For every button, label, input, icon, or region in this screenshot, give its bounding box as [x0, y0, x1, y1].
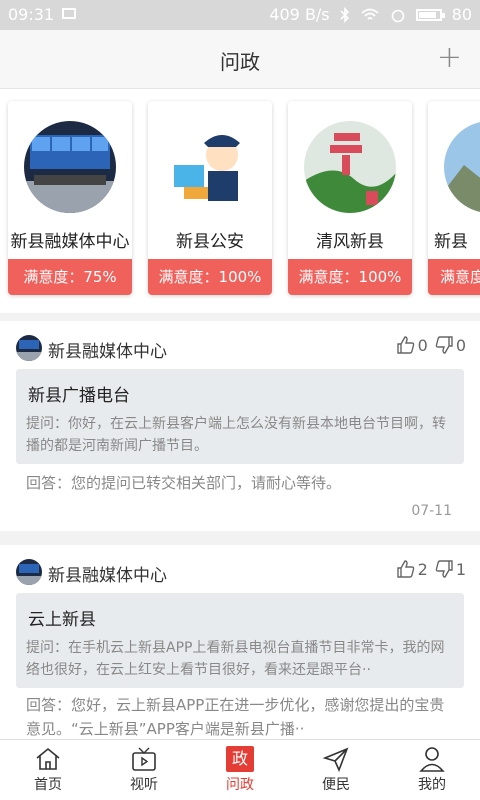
bluetooth-icon — [340, 6, 349, 23]
question-box[interactable]: 新县广播电台 提问：你好，在云上新县客户端上怎么没有新县本地电台节目啊，转播的都… — [16, 369, 464, 464]
qingfeng-avatar — [304, 121, 396, 213]
answer-text: 回答：您的提问已转交相关部门，请耐心等待。 — [26, 474, 342, 492]
media-center-avatar — [24, 121, 116, 213]
question-title: 新县广播电台 — [28, 386, 130, 406]
vote-group: 0 0 — [396, 335, 466, 355]
battery-level: 80 — [451, 5, 472, 24]
vote-group: 2 1 — [396, 559, 466, 579]
question-post[interactable]: 新县融媒体中心 2 1 云上新县 提问：在手机云上新县APP上看新县电视台直播节… — [0, 545, 480, 740]
nav-label: 视听 — [130, 777, 158, 793]
author-name: 新县融媒体中心 — [48, 342, 167, 362]
satisfaction-bar: 满意度：75% — [8, 259, 132, 295]
tv-icon — [132, 747, 156, 771]
author-avatar — [16, 335, 42, 361]
like-count: 2 — [417, 559, 428, 579]
nav-label: 首页 — [34, 777, 62, 793]
nav-video[interactable]: 视听 — [96, 740, 192, 800]
xinxian-avatar — [444, 121, 480, 213]
dislike-button[interactable]: 1 — [434, 559, 466, 579]
nav-wenzheng[interactable]: 政 问政 — [192, 740, 288, 800]
bottom-nav: 首页 视听 政 问政 便民 我的 — [0, 739, 480, 800]
author-name: 新县融媒体中心 — [48, 566, 167, 586]
question-text: 提问：在手机云上新县APP上看新县电视台直播节目非常卡，我的网络也很好，在云上红… — [26, 640, 445, 678]
dislike-button[interactable]: 0 — [434, 335, 466, 355]
thumbs-up-icon — [396, 336, 414, 354]
send-icon — [322, 747, 349, 772]
home-icon — [36, 747, 60, 770]
thumbs-up-icon — [396, 560, 414, 578]
nav-mine[interactable]: 我的 — [384, 740, 480, 800]
status-bar: 09:31 409 B/s 80 — [0, 0, 480, 30]
nav-label: 我的 — [418, 777, 446, 793]
thumbs-down-icon — [435, 560, 453, 578]
police-avatar — [164, 121, 256, 213]
status-time: 09:31 — [8, 5, 55, 24]
like-count: 0 — [417, 335, 428, 355]
department-card[interactable]: 新县融媒体中心 满意度：75% — [8, 101, 132, 295]
question-text: 提问：你好，在云上新县客户端上怎么没有新县本地电台节目啊，转播的都是河南新闻广播… — [26, 416, 446, 454]
department-name: 新县 — [434, 232, 468, 252]
battery-icon — [415, 8, 445, 21]
department-name: 新县公安 — [176, 232, 244, 252]
department-card[interactable]: 新县 满意度 — [428, 101, 480, 295]
nav-label: 便民 — [322, 777, 350, 793]
question-post[interactable]: 新县融媒体中心 0 0 新县广播电台 提问：你好，在云上新县客户端上怎么没有新县… — [0, 321, 480, 531]
nav-service[interactable]: 便民 — [288, 740, 384, 800]
department-carousel[interactable]: 新县融媒体中心 满意度：75% 新县公安 满意度：100% 清风新县 满意度：1… — [0, 89, 480, 313]
network-speed: 409 B/s — [269, 5, 330, 24]
like-button[interactable]: 2 — [396, 559, 428, 579]
nav-home[interactable]: 首页 — [0, 740, 96, 800]
title-bar: 问政 + — [0, 30, 480, 89]
like-button[interactable]: 0 — [396, 335, 428, 355]
author-avatar — [16, 559, 42, 585]
department-name: 新县融媒体中心 — [10, 232, 130, 252]
user-icon — [419, 747, 445, 772]
dislike-count: 1 — [455, 559, 466, 579]
department-card[interactable]: 新县公安 满意度：100% — [148, 101, 272, 295]
page-title: 问政 — [220, 50, 260, 74]
department-card[interactable]: 清风新县 满意度：100% — [288, 101, 412, 295]
question-title: 云上新县 — [28, 610, 96, 630]
add-button[interactable]: + — [437, 40, 462, 75]
post-date: 07-11 — [411, 503, 452, 519]
zheng-badge-icon: 政 — [226, 746, 254, 772]
department-name: 清风新县 — [316, 232, 384, 252]
wifi-icon — [361, 8, 379, 20]
image-notification-icon — [62, 8, 76, 19]
alarm-icon — [391, 9, 404, 22]
thumbs-down-icon — [435, 336, 453, 354]
satisfaction-bar: 满意度：100% — [148, 259, 272, 295]
nav-label: 问政 — [226, 777, 254, 793]
answer-text: 回答：您好，云上新县APP正在进一步优化，感谢您提出的宝贵意见。“云上新县”AP… — [26, 696, 445, 738]
question-box[interactable]: 云上新县 提问：在手机云上新县APP上看新县电视台直播节目非常卡，我的网络也很好… — [16, 593, 464, 688]
satisfaction-bar: 满意度：100% — [288, 259, 412, 295]
satisfaction-bar: 满意度 — [428, 259, 480, 295]
dislike-count: 0 — [455, 335, 466, 355]
